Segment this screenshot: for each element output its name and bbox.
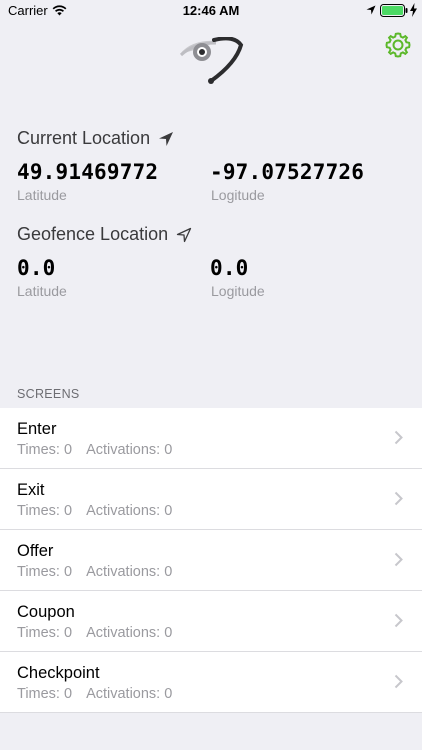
location-arrow-icon	[366, 5, 376, 15]
chevron-right-icon	[394, 613, 403, 628]
row-subtitle: Times: 0 Activations: 0	[17, 564, 172, 580]
eye-swoosh-logo	[179, 37, 244, 84]
list-item-coupon[interactable]: Coupon Times: 0 Activations: 0	[0, 591, 422, 652]
geofence-longitude-value: 0.0	[210, 256, 249, 280]
row-title: Enter	[17, 420, 57, 438]
row-activations: Activations: 0	[86, 442, 173, 458]
list-item-exit[interactable]: Exit Times: 0 Activations: 0	[0, 469, 422, 530]
row-times: Times: 0	[17, 442, 73, 458]
row-activations: Activations: 0	[86, 564, 173, 580]
row-times: Times: 0	[17, 564, 73, 580]
geofence-latitude-label: Latitude	[17, 283, 67, 299]
navigation-arrow-outline-icon[interactable]	[176, 227, 192, 243]
current-latitude-value: 49.91469772	[17, 160, 159, 184]
geofence-longitude-label: Logitude	[211, 283, 265, 299]
row-title: Exit	[17, 481, 45, 499]
row-activations: Activations: 0	[86, 503, 173, 519]
chevron-right-icon	[394, 552, 403, 567]
row-subtitle: Times: 0 Activations: 0	[17, 442, 172, 458]
row-times: Times: 0	[17, 625, 73, 641]
list-item-enter[interactable]: Enter Times: 0 Activations: 0	[0, 408, 422, 469]
row-subtitle: Times: 0 Activations: 0	[17, 686, 172, 702]
row-title: Coupon	[17, 603, 75, 621]
settings-gear-button[interactable]	[384, 31, 412, 59]
chevron-right-icon	[394, 491, 403, 506]
list-item-checkpoint[interactable]: Checkpoint Times: 0 Activations: 0	[0, 652, 422, 713]
row-title: Offer	[17, 542, 54, 560]
row-activations: Activations: 0	[86, 686, 173, 702]
screens-section-header: SCREENS	[17, 387, 80, 401]
row-subtitle: Times: 0 Activations: 0	[17, 503, 172, 519]
list-item-offer[interactable]: Offer Times: 0 Activations: 0	[0, 530, 422, 591]
current-location-label: Current Location	[17, 128, 151, 148]
app-screen: Carrier 12:46 AM Current Location 49.914…	[0, 0, 422, 750]
chevron-right-icon	[394, 430, 403, 445]
current-longitude-value: -97.07527726	[210, 160, 365, 184]
current-latitude-label: Latitude	[17, 187, 67, 203]
battery-icon	[380, 4, 408, 17]
geofence-location-label: Geofence Location	[17, 224, 169, 244]
current-location-title: Current Location	[17, 128, 174, 149]
row-title: Checkpoint	[17, 664, 100, 682]
row-subtitle: Times: 0 Activations: 0	[17, 625, 172, 641]
row-activations: Activations: 0	[86, 625, 173, 641]
row-times: Times: 0	[17, 503, 73, 519]
geofence-latitude-value: 0.0	[17, 256, 56, 280]
charging-bolt-icon	[410, 3, 417, 17]
navigation-arrow-icon[interactable]	[158, 131, 174, 147]
status-bar: Carrier 12:46 AM	[0, 0, 422, 22]
screens-list: Enter Times: 0 Activations: 0 Exit Times:…	[0, 408, 422, 713]
geofence-location-title: Geofence Location	[17, 224, 192, 245]
chevron-right-icon	[394, 674, 403, 689]
status-time: 12:46 AM	[182, 3, 240, 18]
row-times: Times: 0	[17, 686, 73, 702]
current-longitude-label: Logitude	[211, 187, 265, 203]
